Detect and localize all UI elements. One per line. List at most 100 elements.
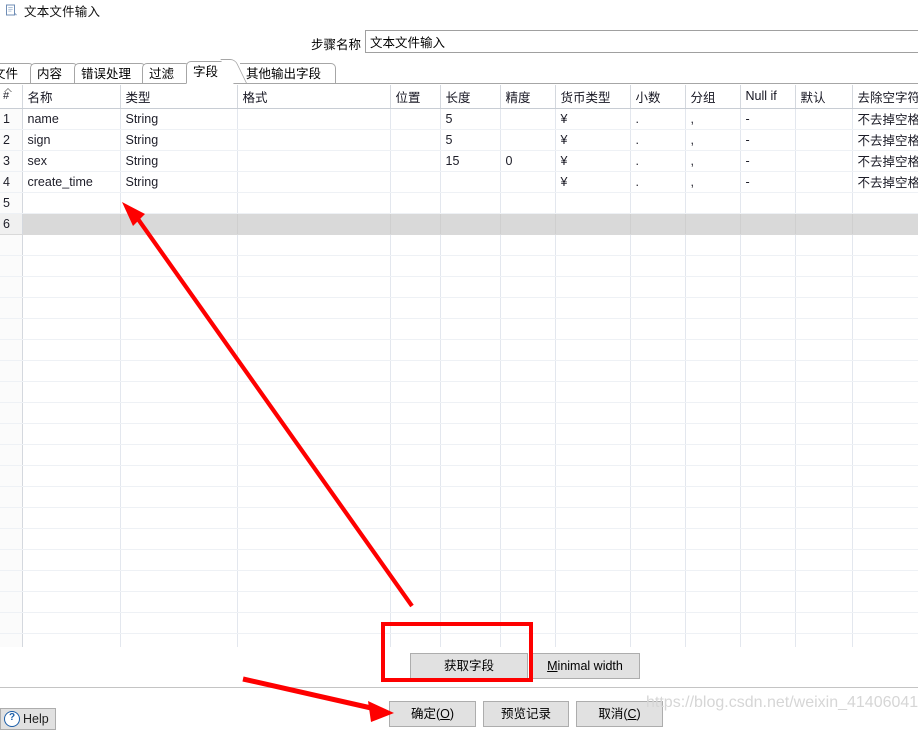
table-row-empty[interactable] [0, 570, 918, 592]
cell-null-if[interactable] [740, 549, 796, 571]
cell-null-if[interactable] [740, 402, 796, 424]
row-index[interactable]: 2 [0, 129, 23, 151]
cell-name[interactable] [22, 192, 121, 214]
cell-name[interactable] [22, 234, 121, 256]
cell-precision[interactable] [500, 339, 556, 361]
cell-length[interactable] [440, 612, 501, 634]
cell-decimal[interactable] [630, 234, 686, 256]
cell-decimal[interactable]: . [630, 108, 686, 130]
cell-currency[interactable] [555, 423, 631, 445]
cell-format[interactable] [237, 549, 391, 571]
cell-length[interactable] [440, 318, 501, 340]
cell-precision[interactable] [500, 171, 556, 193]
cell-precision[interactable] [500, 108, 556, 130]
cell-name[interactable]: create_time [22, 171, 121, 193]
table-row-empty[interactable] [0, 612, 918, 634]
row-index[interactable] [0, 318, 23, 340]
cell-type[interactable] [120, 633, 238, 647]
cell-currency[interactable] [555, 507, 631, 529]
cell-currency[interactable] [555, 486, 631, 508]
row-index[interactable] [0, 339, 23, 361]
cell-default[interactable] [795, 528, 853, 550]
cell-group[interactable] [685, 570, 741, 592]
cell-default[interactable] [795, 444, 853, 466]
cell-name[interactable] [22, 276, 121, 298]
table-row-empty[interactable] [0, 465, 918, 487]
cell-trim-type[interactable] [852, 276, 918, 298]
cell-precision[interactable]: 0 [500, 150, 556, 172]
column-header-currency[interactable]: 货币类型 [555, 85, 631, 109]
table-row-empty[interactable] [0, 507, 918, 529]
cell-length[interactable] [440, 402, 501, 424]
cell-format[interactable] [237, 591, 391, 613]
cell-decimal[interactable] [630, 360, 686, 382]
cell-default[interactable] [795, 486, 853, 508]
cell-currency[interactable] [555, 276, 631, 298]
cell-position[interactable] [390, 402, 441, 424]
cell-trim-type[interactable] [852, 339, 918, 361]
cell-group[interactable] [685, 528, 741, 550]
cell-precision[interactable] [500, 381, 556, 403]
cell-type[interactable] [120, 591, 238, 613]
column-header-format[interactable]: 格式 [237, 85, 391, 109]
cell-group[interactable]: , [685, 129, 741, 151]
cell-currency[interactable] [555, 549, 631, 571]
cell-group[interactable] [685, 339, 741, 361]
cell-group[interactable] [685, 318, 741, 340]
table-row-empty[interactable] [0, 255, 918, 277]
cell-null-if[interactable] [740, 255, 796, 277]
cell-type[interactable] [120, 192, 238, 214]
cell-null-if[interactable]: - [740, 171, 796, 193]
cell-position[interactable] [390, 549, 441, 571]
cell-default[interactable] [795, 255, 853, 277]
cell-group[interactable] [685, 591, 741, 613]
cell-null-if[interactable] [740, 570, 796, 592]
cell-type[interactable] [120, 234, 238, 256]
cell-group[interactable] [685, 297, 741, 319]
cell-format[interactable] [237, 612, 391, 634]
tab-fields[interactable]: 字段 [186, 61, 234, 84]
cell-default[interactable] [795, 549, 853, 571]
cell-default[interactable] [795, 360, 853, 382]
cell-length[interactable] [440, 591, 501, 613]
cell-decimal[interactable] [630, 255, 686, 277]
cell-group[interactable] [685, 423, 741, 445]
cell-type[interactable] [120, 381, 238, 403]
cell-precision[interactable] [500, 486, 556, 508]
cell-null-if[interactable] [740, 381, 796, 403]
cell-null-if[interactable] [740, 192, 796, 214]
table-row-empty[interactable] [0, 444, 918, 466]
cell-position[interactable] [390, 612, 441, 634]
cell-currency[interactable] [555, 318, 631, 340]
table-row[interactable]: 3 sex String 15 0 ¥ . , - 不去掉空格 [0, 150, 918, 172]
cell-trim-type[interactable] [852, 402, 918, 424]
row-index[interactable] [0, 633, 23, 647]
row-index[interactable] [0, 612, 23, 634]
cell-null-if[interactable] [740, 423, 796, 445]
cell-precision[interactable] [500, 549, 556, 571]
cell-length[interactable] [440, 360, 501, 382]
cell-decimal[interactable] [630, 402, 686, 424]
cancel-button[interactable]: 取消(C) [576, 701, 663, 727]
cell-trim-type[interactable]: 不去掉空格 [852, 171, 918, 193]
cell-trim-type[interactable] [852, 255, 918, 277]
table-row[interactable]: 4 create_time String ¥ . , - 不去掉空格 [0, 171, 918, 193]
cell-default[interactable] [795, 234, 853, 256]
cell-type[interactable] [120, 276, 238, 298]
cell-currency[interactable]: ¥ [555, 108, 631, 130]
cell-type[interactable] [120, 528, 238, 550]
cell-decimal[interactable] [630, 570, 686, 592]
cell-default[interactable] [795, 633, 853, 647]
row-index[interactable] [0, 549, 23, 571]
cell-precision[interactable] [500, 213, 556, 235]
cell-name[interactable] [22, 297, 121, 319]
cell-position[interactable] [390, 108, 441, 130]
cell-name[interactable] [22, 339, 121, 361]
cell-group[interactable] [685, 633, 741, 647]
cell-default[interactable] [795, 507, 853, 529]
table-row-empty[interactable] [0, 549, 918, 571]
cell-precision[interactable] [500, 507, 556, 529]
cell-default[interactable] [795, 171, 853, 193]
cell-name[interactable] [22, 486, 121, 508]
cell-name[interactable] [22, 255, 121, 277]
